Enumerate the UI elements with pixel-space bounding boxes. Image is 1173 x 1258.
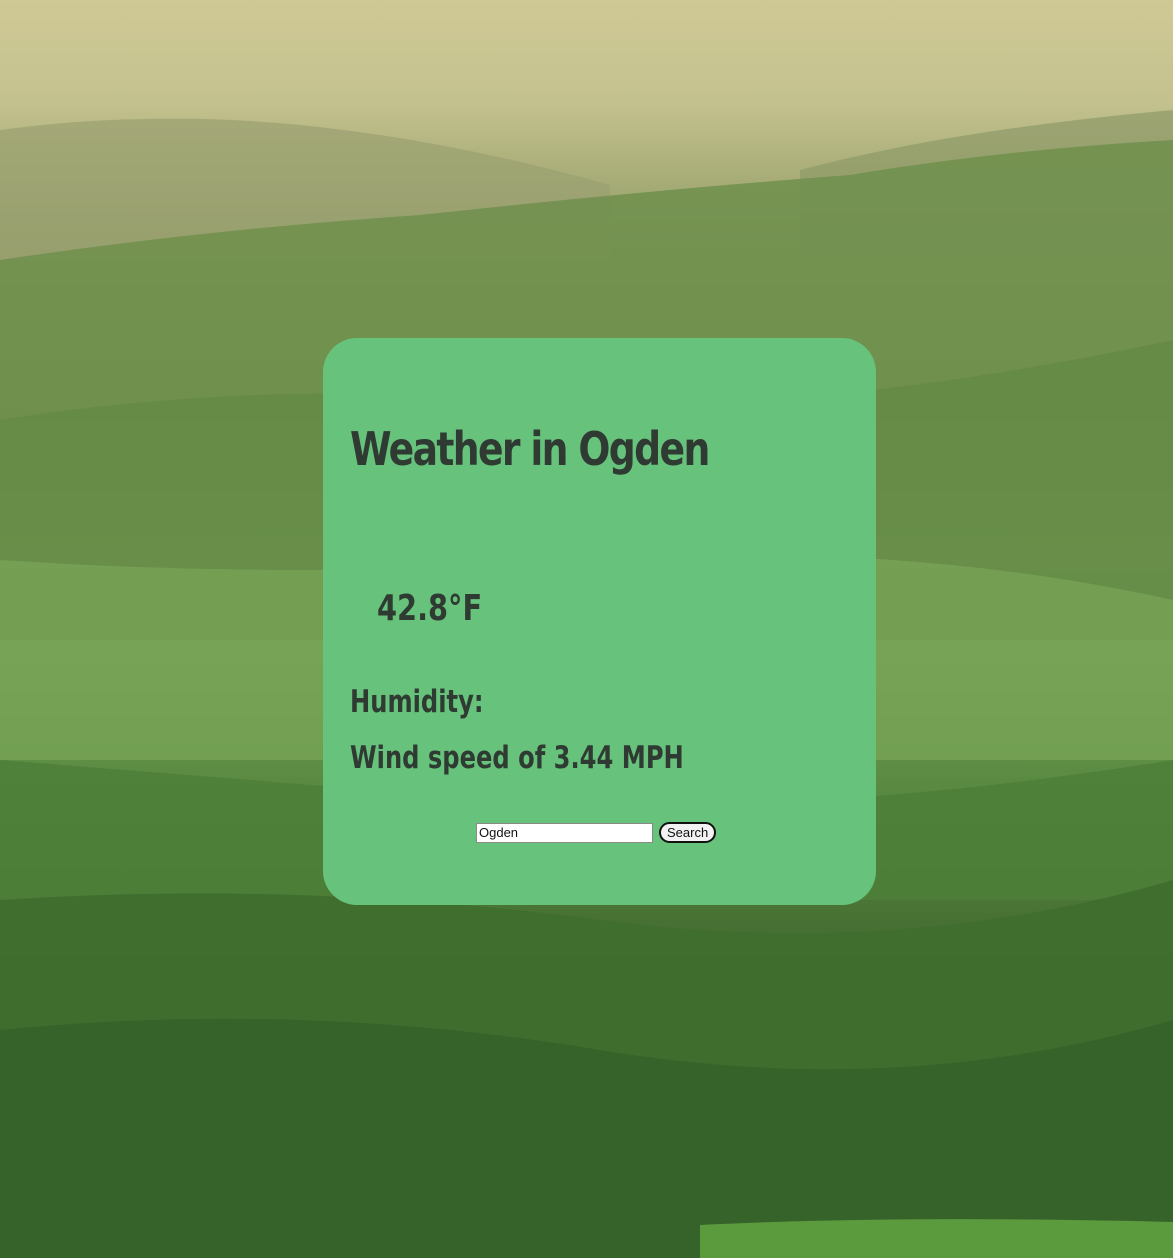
weather-card: Weather in Ogden 42.8°F Humidity: Wind s… xyxy=(323,338,876,905)
wind-speed-text: Wind speed of 3.44 MPH xyxy=(350,740,684,776)
search-bar: Search xyxy=(476,822,717,843)
temperature-value: 42.8°F xyxy=(377,588,483,629)
humidity-label: Humidity: xyxy=(350,684,484,720)
search-input[interactable] xyxy=(476,822,653,843)
weather-title: Weather in Ogden xyxy=(350,422,710,476)
search-button[interactable]: Search xyxy=(659,822,717,843)
